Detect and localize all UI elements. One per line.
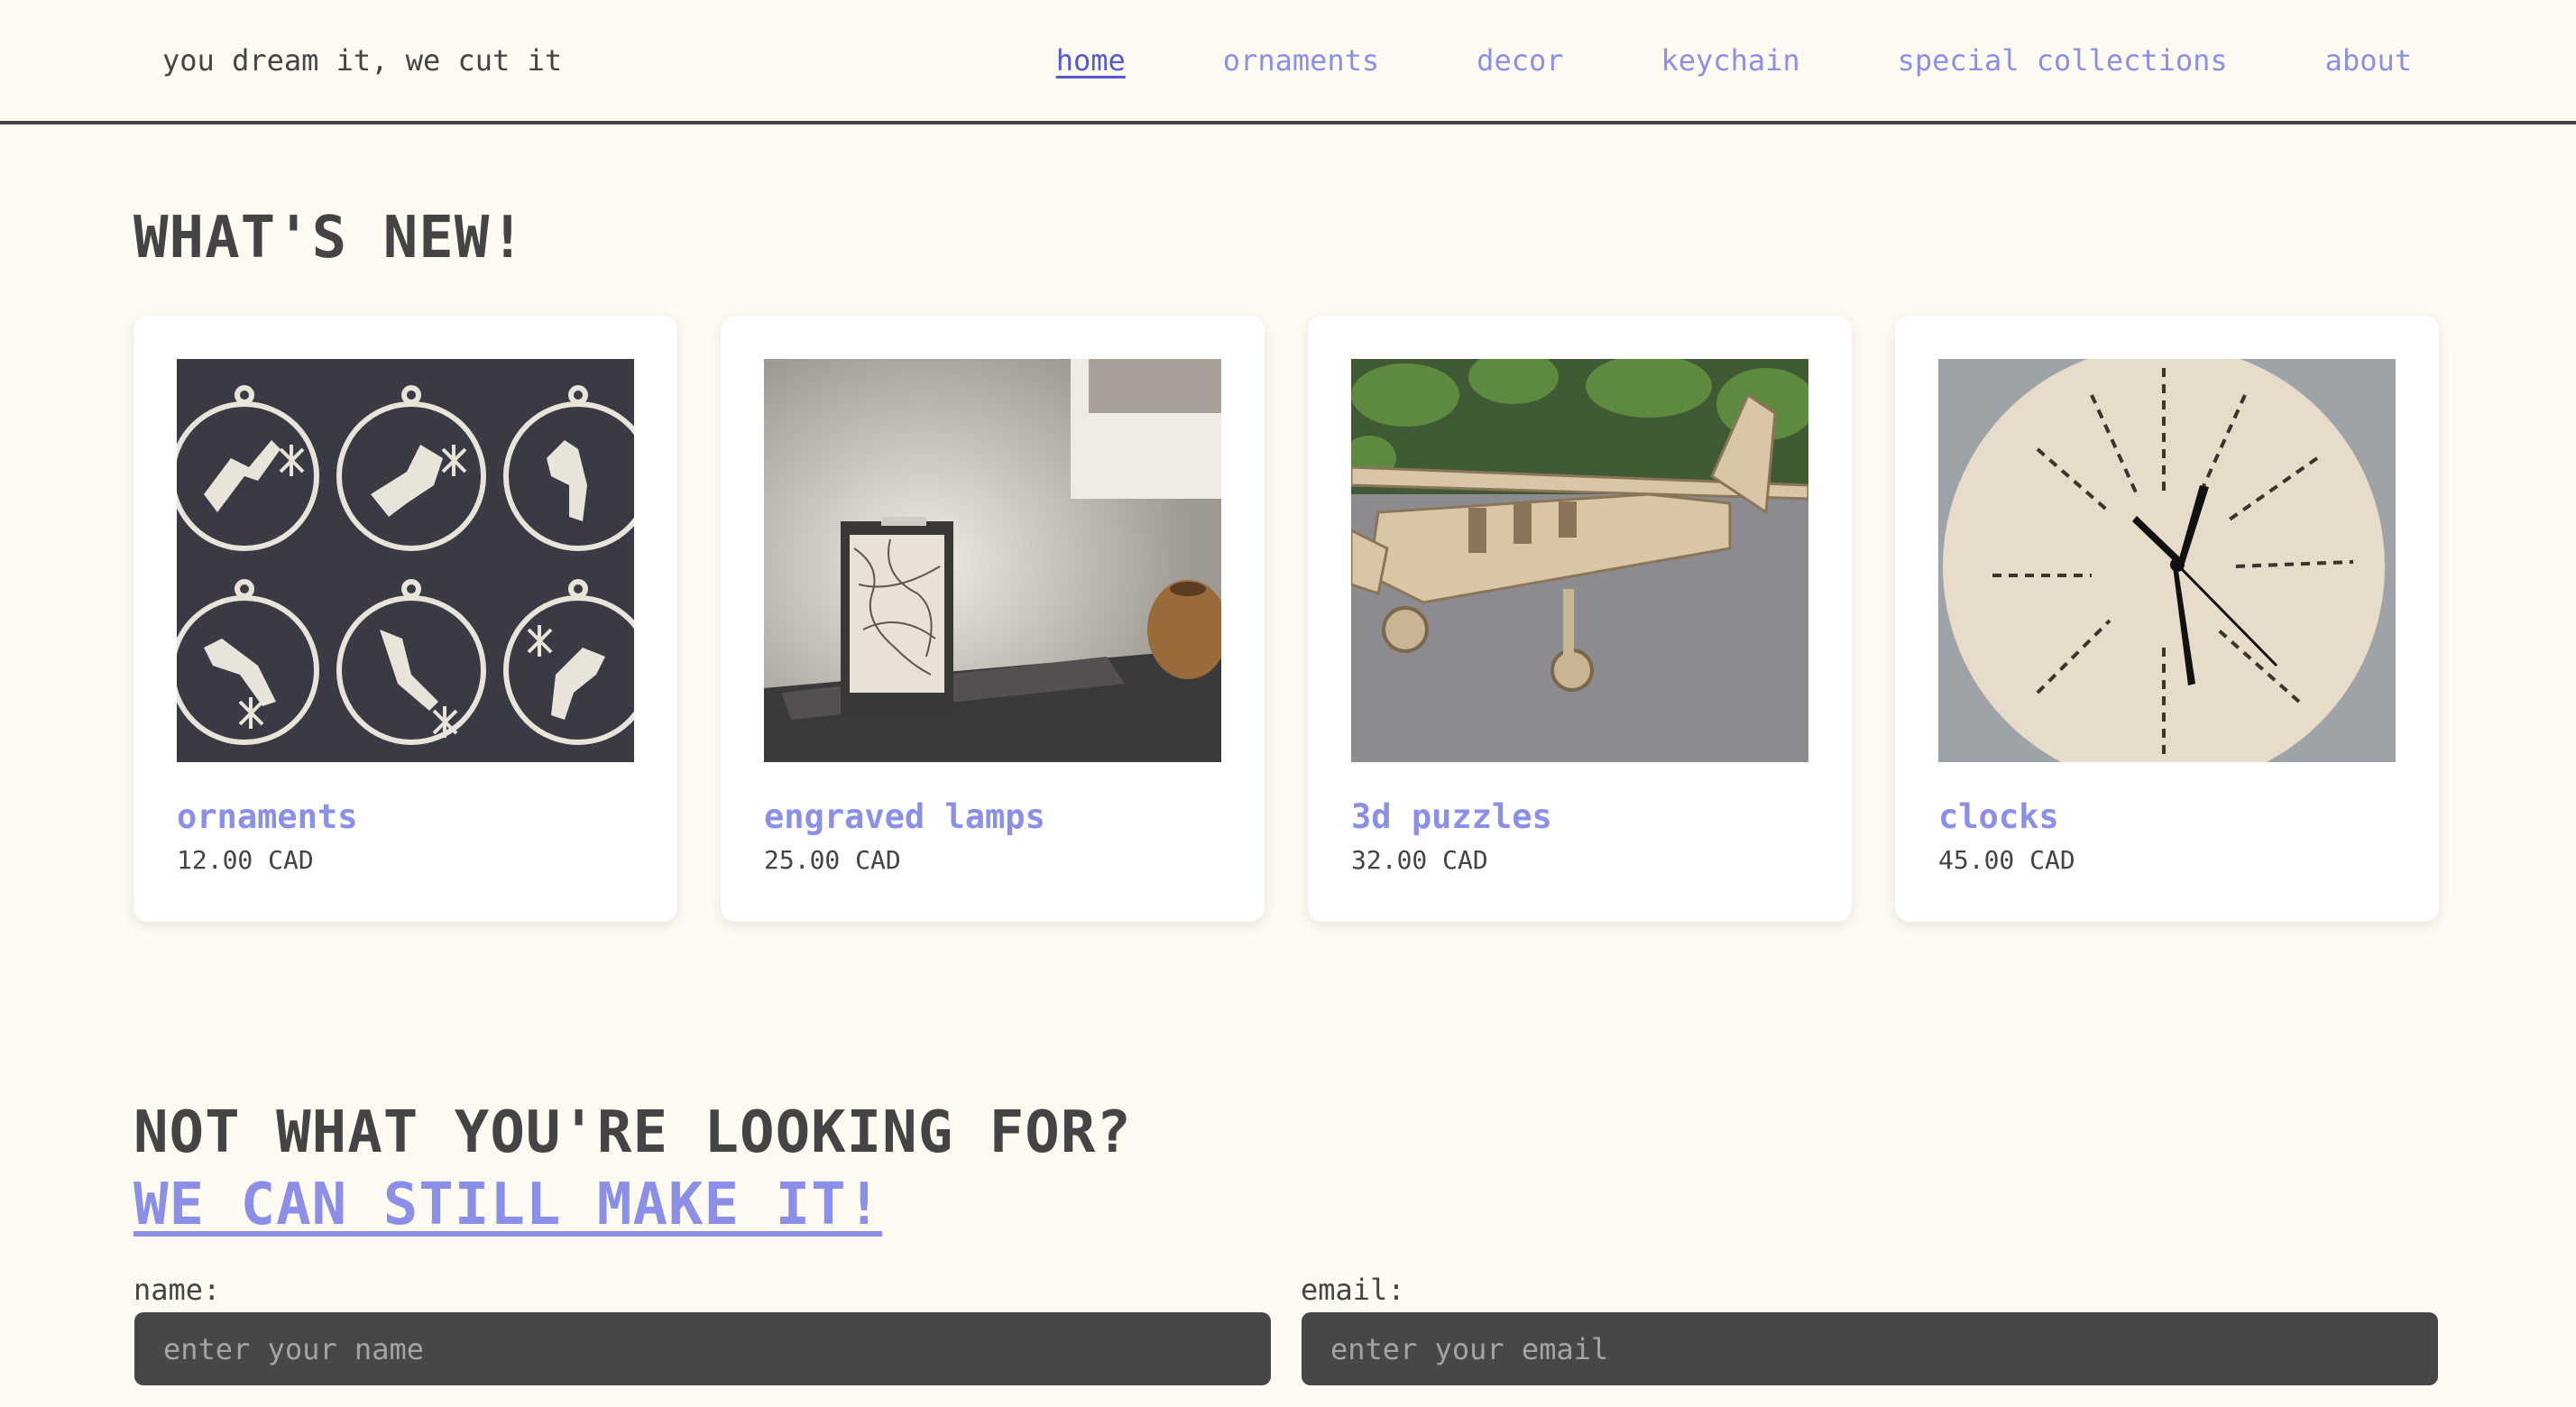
product-price: 45.00 CAD [1938,845,2075,875]
lamp-photo[interactable] [764,359,1221,762]
email-input[interactable] [1302,1312,2438,1385]
product-card-clocks[interactable]: clocks 45.00 CAD [1895,316,2439,922]
email-label: email: [1301,1273,1405,1307]
product-price: 32.00 CAD [1351,845,1488,875]
wooden-clock-photo[interactable] [1938,359,2396,762]
product-price: 12.00 CAD [177,845,314,875]
name-input[interactable] [134,1312,1271,1385]
product-card-3d-puzzles[interactable]: 3d puzzles 32.00 CAD [1308,316,1852,922]
product-name[interactable]: ornaments [177,795,357,839]
name-label: name: [133,1273,221,1307]
site-header: you dream it, we cut it home ornaments d… [0,0,2576,124]
product-name[interactable]: 3d puzzles [1351,795,1552,839]
whats-new-title: WHAT'S NEW! [133,205,526,271]
airplane-puzzle-photo[interactable] [1351,359,1808,762]
nav-link-special-collections[interactable]: special collections [1898,40,2228,81]
nav-link-about[interactable]: about [2325,40,2412,81]
nav-link-keychain[interactable]: keychain [1661,40,1800,81]
custom-order-title: NOT WHAT YOU'RE LOOKING FOR? [133,1099,1132,1166]
site-tagline: you dream it, we cut it [162,43,563,78]
nav-link-ornaments[interactable]: ornaments [1223,40,1379,81]
product-name[interactable]: engraved lamps [764,795,1045,839]
product-card-engraved-lamps[interactable]: engraved lamps 25.00 CAD [721,316,1265,922]
nav-link-home[interactable]: home [1056,40,1126,81]
main-nav: home ornaments decor keychain special co… [959,40,2412,81]
nav-link-decor[interactable]: decor [1477,40,1563,81]
product-card-ornaments[interactable]: ornaments 12.00 CAD [133,316,677,922]
ornaments-photo[interactable] [177,359,634,762]
product-name[interactable]: clocks [1938,795,2059,839]
product-price: 25.00 CAD [764,845,901,875]
custom-order-link[interactable]: WE CAN STILL MAKE IT! [133,1169,882,1241]
product-card-list: ornaments 12.00 CAD engraved lamps 25.00… [133,316,2439,922]
